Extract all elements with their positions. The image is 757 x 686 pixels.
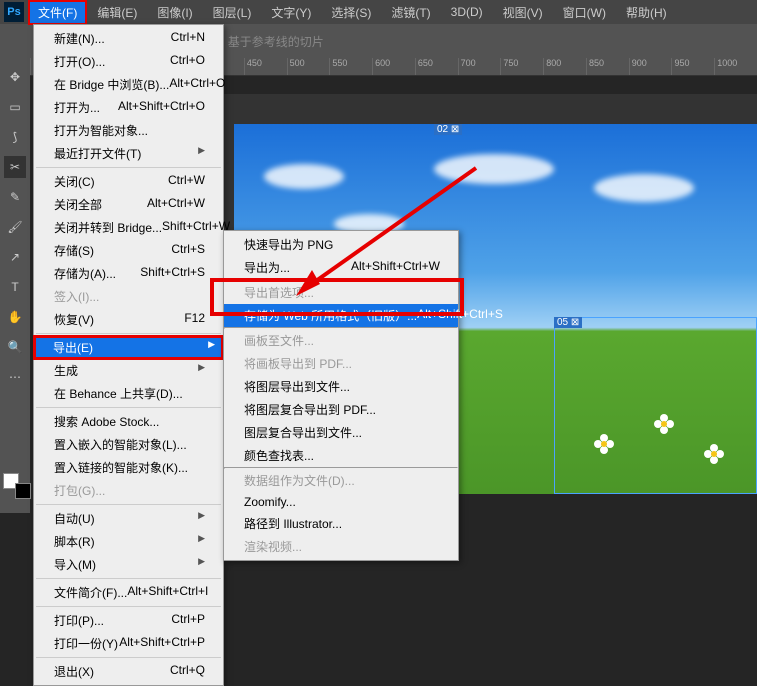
lasso-tool-icon[interactable]: ⟆ [4,126,26,148]
path-tool-icon[interactable]: ↗ [4,246,26,268]
export-menu-item: 数据组作为文件(D)... [224,469,458,492]
text-tool-icon[interactable]: T [4,276,26,298]
menu-8[interactable]: 视图(V) [493,0,553,25]
export-menu-item[interactable]: 将图层导出到文件... [224,375,458,398]
menu-1[interactable]: 编辑(E) [87,0,147,25]
menu-0[interactable]: 文件(F) [28,0,87,25]
slice-label[interactable]: 05 ⊠ [554,317,582,328]
export-menu-item[interactable]: 路径到 Illustrator... [224,512,458,535]
eyedropper-tool-icon[interactable]: ✎ [4,186,26,208]
file-menu-item[interactable]: 存储(S)Ctrl+S [34,239,223,262]
file-menu-item[interactable]: 打印一份(Y)Alt+Shift+Ctrl+P [34,632,223,655]
file-menu-item[interactable]: 存储为(A)...Shift+Ctrl+S [34,262,223,285]
file-menu-item[interactable]: 打开(O)...Ctrl+O [34,50,223,73]
file-menu-item[interactable]: 退出(X)Ctrl+Q [34,660,223,683]
menu-6[interactable]: 滤镜(T) [381,0,440,25]
file-menu-item[interactable]: 脚本(R) [34,530,223,553]
file-menu-item[interactable]: 恢复(V)F12 [34,308,223,331]
app-logo: Ps [4,2,24,22]
file-menu-item[interactable]: 置入链接的智能对象(K)... [34,456,223,479]
brush-tool-icon[interactable]: 🖌 [4,216,26,238]
file-menu-item[interactable]: 生成 [34,359,223,382]
export-menu-item[interactable]: 图层复合导出到文件... [224,421,458,444]
menu-3[interactable]: 图层(L) [203,0,262,25]
move-tool-icon[interactable]: ✥ [4,66,26,88]
background-color[interactable] [15,483,31,499]
marquee-tool-icon[interactable]: ▭ [4,96,26,118]
file-menu-item[interactable]: 在 Bridge 中浏览(B)...Alt+Ctrl+O [34,73,223,96]
file-menu-item[interactable]: 最近打开文件(T) [34,142,223,165]
export-menu-item[interactable]: Zoomify... [224,492,458,512]
file-menu-item[interactable]: 文件简介(F)...Alt+Shift+Ctrl+I [34,581,223,604]
export-menu-item[interactable]: 颜色查找表... [224,444,458,467]
file-menu-item[interactable]: 置入嵌入的智能对象(L)... [34,433,223,456]
export-menu-item[interactable]: 存储为 Web 所用格式（旧版）...Alt+Shift+Ctrl+S [224,304,458,327]
file-menu-dropdown: 新建(N)...Ctrl+N打开(O)...Ctrl+O在 Bridge 中浏览… [33,24,224,686]
file-menu-item: 签入(I)... [34,285,223,308]
menu-5[interactable]: 选择(S) [321,0,381,25]
export-menu-item[interactable]: 快速导出为 PNG [224,233,458,256]
export-menu-item: 画板至文件... [224,329,458,352]
file-menu-item[interactable]: 在 Behance 上共享(D)... [34,382,223,405]
file-menu-item[interactable]: 自动(U) [34,507,223,530]
file-menu-item[interactable]: 关闭并转到 Bridge...Shift+Ctrl+W [34,216,223,239]
slice-note: 基于参考线的切片 [228,33,324,50]
export-menu-item: 将画板导出到 PDF... [224,352,458,375]
file-menu-item[interactable]: 打印(P)...Ctrl+P [34,609,223,632]
export-menu-item: 导出首选项... [224,281,458,304]
menu-4[interactable]: 文字(Y) [261,0,321,25]
more-tools-icon[interactable]: ⋯ [4,366,26,388]
color-swatch[interactable] [3,473,27,493]
file-menu-item[interactable]: 导出(E) [33,335,224,360]
toolbox: ✥ ▭ ⟆ ✂ ✎ 🖌 ↗ T ✋ 🔍 ⋯ [0,58,30,513]
menu-2[interactable]: 图像(I) [147,0,202,25]
file-menu-item[interactable]: 打开为...Alt+Shift+Ctrl+O [34,96,223,119]
zoom-tool-icon[interactable]: 🔍 [4,336,26,358]
file-menu-item[interactable]: 打开为智能对象... [34,119,223,142]
file-menu-item[interactable]: 关闭(C)Ctrl+W [34,170,223,193]
menu-9[interactable]: 窗口(W) [553,0,616,25]
file-menu-item[interactable]: 搜索 Adobe Stock... [34,410,223,433]
file-menu-item[interactable]: 新建(N)...Ctrl+N [34,27,223,50]
file-menu-item: 打包(G)... [34,479,223,502]
slice-label[interactable]: 02 ⊠ [434,124,462,135]
export-menu-item[interactable]: 导出为...Alt+Shift+Ctrl+W [224,256,458,279]
menu-10[interactable]: 帮助(H) [616,0,677,25]
export-menu-item[interactable]: 将图层复合导出到 PDF... [224,398,458,421]
export-menu-item: 渲染视频... [224,535,458,558]
export-submenu: 快速导出为 PNG导出为...Alt+Shift+Ctrl+W导出首选项...存… [223,230,459,561]
menubar: 文件(F)编辑(E)图像(I)图层(L)文字(Y)选择(S)滤镜(T)3D(D)… [0,0,757,24]
menu-7[interactable]: 3D(D) [441,1,493,23]
file-menu-item[interactable]: 关闭全部Alt+Ctrl+W [34,193,223,216]
crop-tool-icon[interactable]: ✂ [4,156,26,178]
hand-tool-icon[interactable]: ✋ [4,306,26,328]
slice-marker[interactable] [554,317,757,494]
file-menu-item[interactable]: 导入(M) [34,553,223,576]
